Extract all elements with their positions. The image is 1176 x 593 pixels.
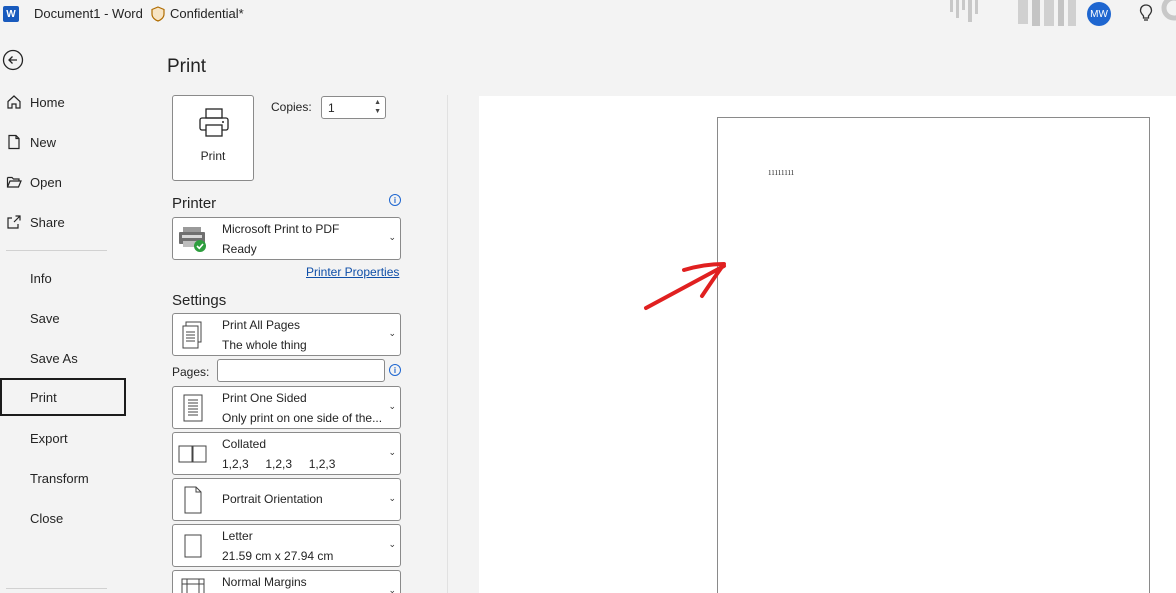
setting-line1: Print One Sided (222, 391, 307, 405)
printer-name: Microsoft Print to PDF (222, 222, 340, 236)
nav-item-share[interactable]: Share (0, 203, 126, 241)
nav-item-label: Share (30, 214, 65, 230)
pages-icon (178, 320, 208, 350)
nav-item-home[interactable]: Home (0, 83, 126, 121)
chevron-down-icon: ⌄ (388, 539, 396, 549)
setting-line2: 1,2,3 1,2,3 1,2,3 (222, 457, 336, 471)
back-arrow-icon[interactable] (2, 49, 24, 71)
setting-line2: 21.59 cm x 27.94 cm (222, 549, 334, 563)
spin-up-icon[interactable]: ▲ (374, 99, 381, 107)
nav-item-label: Export (30, 430, 68, 446)
nav-item-open[interactable]: Open (0, 163, 126, 201)
nav-item-save[interactable]: Save (0, 299, 126, 337)
spin-down-icon[interactable]: ▼ (374, 108, 381, 116)
account-avatar[interactable]: MW (1087, 2, 1111, 26)
print-button-label: Print (200, 149, 226, 163)
nav-divider (6, 588, 107, 589)
setting-line1: Print All Pages (222, 318, 301, 332)
nav-item-print[interactable]: Print (0, 378, 126, 416)
setting-line1: Letter (222, 529, 253, 543)
nav-item-new[interactable]: New (0, 123, 126, 161)
paper-size-icon (178, 531, 208, 561)
annotation-arrow-icon (644, 262, 726, 310)
collated-icon (178, 439, 208, 469)
setting-line1: Normal Margins (222, 575, 307, 589)
setting-line2: Only print on one side of the... (222, 411, 383, 425)
folder-open-icon (5, 173, 23, 191)
printer-status: Ready (222, 242, 257, 256)
print-range-dropdown[interactable]: Print All Pages The whole thing ⌄ (172, 313, 401, 356)
one-sided-icon (178, 393, 208, 423)
title-bar: W Document1 - Word Confidential* MW (0, 0, 1176, 28)
nav-item-close[interactable]: Close (0, 499, 126, 537)
nav-item-save-as[interactable]: Save As (0, 339, 126, 377)
chevron-down-icon: ⌄ (388, 401, 396, 411)
pages-input[interactable] (217, 359, 385, 382)
nav-item-label: Info (30, 270, 52, 286)
chevron-down-icon: ⌄ (388, 328, 396, 338)
margins-dropdown[interactable]: Normal Margins ⌄ (172, 570, 401, 593)
word-logo-icon[interactable]: W (3, 6, 19, 22)
backstage-nav: Home New Open Share Info Save Save As Pr… (0, 38, 127, 593)
setting-line1: Portrait Orientation (222, 492, 323, 506)
preview-page: 11111111 (717, 117, 1150, 593)
chevron-down-icon: ⌄ (388, 585, 396, 593)
chevron-down-icon: ⌄ (388, 447, 396, 457)
nav-item-label: Print (30, 389, 57, 405)
print-panel: Print Print Copies: 1 ▲ ▼ Printer i Micr… (127, 38, 1176, 593)
orientation-dropdown[interactable]: Portrait Orientation ⌄ (172, 478, 401, 521)
share-icon (5, 213, 23, 231)
setting-line1: Collated (222, 437, 267, 451)
copies-label: Copies: (271, 100, 312, 114)
nav-item-transform[interactable]: Transform (0, 459, 126, 497)
nav-item-label: Transform (30, 470, 89, 486)
printer-info-icon[interactable]: i (389, 194, 401, 206)
copies-value[interactable]: 1 (328, 101, 335, 115)
nav-item-label: Save (30, 310, 60, 326)
lightbulb-icon[interactable] (1139, 4, 1153, 22)
printer-device-icon (178, 224, 208, 254)
printer-icon (199, 108, 229, 137)
new-document-icon (5, 133, 23, 151)
nav-item-info[interactable]: Info (0, 259, 126, 297)
pages-info-icon[interactable]: i (389, 364, 401, 376)
settings-heading: Settings (172, 292, 227, 309)
page-title: Print (167, 56, 207, 77)
portrait-icon (178, 485, 208, 515)
nav-item-export[interactable]: Export (0, 419, 126, 457)
margins-icon (178, 577, 208, 593)
nav-item-label: Close (30, 510, 64, 526)
printer-heading: Printer (172, 195, 217, 212)
shield-icon[interactable] (151, 6, 165, 22)
paper-size-dropdown[interactable]: Letter 21.59 cm x 27.94 cm ⌄ (172, 524, 401, 567)
nav-item-label: Home (30, 94, 65, 110)
printer-dropdown[interactable]: Microsoft Print to PDF Ready ⌄ (172, 217, 401, 260)
collation-dropdown[interactable]: Collated 1,2,3 1,2,3 1,2,3 ⌄ (172, 432, 401, 475)
nav-item-label: Open (30, 174, 62, 190)
home-icon (5, 93, 23, 111)
pages-label: Pages: (172, 365, 210, 379)
copies-spinner[interactable]: 1 ▲ ▼ (321, 96, 386, 119)
print-button[interactable]: Print (172, 95, 254, 181)
chevron-down-icon: ⌄ (388, 232, 396, 242)
print-preview-pane[interactable]: 11111111 (479, 96, 1176, 593)
ribbon-decoration (950, 0, 1076, 26)
nav-divider (6, 250, 107, 251)
sides-dropdown[interactable]: Print One Sided Only print on one side o… (172, 386, 401, 429)
panel-divider (447, 95, 448, 593)
nav-item-label: Save As (30, 350, 78, 366)
nav-item-label: New (30, 134, 57, 150)
document-title: Document1 - Word (34, 6, 143, 21)
preview-page-text: 11111111 (768, 169, 795, 177)
decorative-ring (1161, 0, 1176, 21)
chevron-down-icon: ⌄ (388, 493, 396, 503)
printer-properties-link[interactable]: Printer Properties (306, 265, 399, 279)
sensitivity-label[interactable]: Confidential* (170, 6, 244, 21)
setting-line2: The whole thing (222, 338, 307, 352)
